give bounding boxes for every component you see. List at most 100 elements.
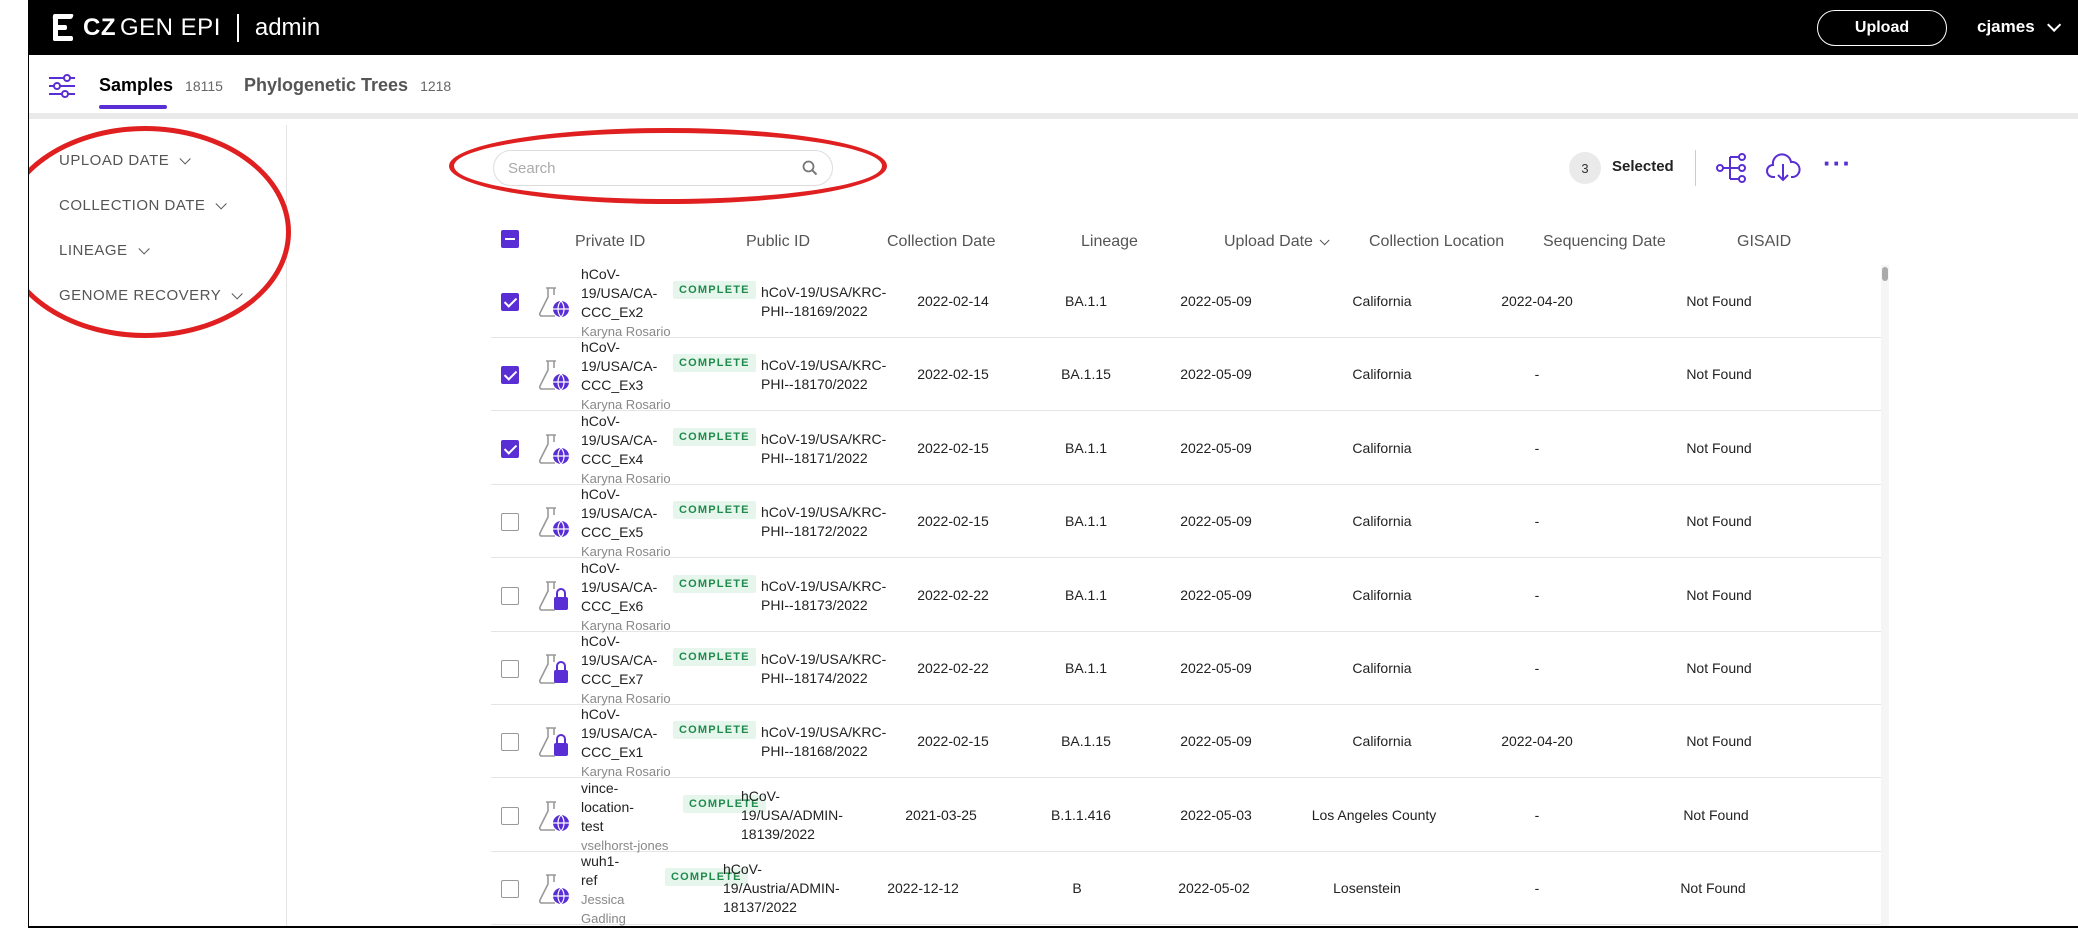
- row-checkbox[interactable]: [501, 513, 519, 532]
- public-id-text: hCoV-19/USA/KRC-: [761, 651, 887, 667]
- upload-button[interactable]: Upload: [1817, 10, 1947, 46]
- filter-lineage[interactable]: LINEAGE: [59, 242, 150, 259]
- lineage-cell: BA.1.1: [1064, 513, 1108, 530]
- private-id-text: 19/USA/CA-: [581, 578, 658, 595]
- toolbar-divider: [1695, 150, 1696, 186]
- private-id-text: CCC_Ex7: [581, 671, 644, 687]
- private-id-cell[interactable]: hCoV- 19/USA/CA- CCC_Ex6 Karyna Rosario: [581, 559, 671, 635]
- column-header-sequencing-date[interactable]: Sequencing Date: [1543, 233, 1666, 251]
- search-box[interactable]: [493, 150, 833, 186]
- flask-globe-icon: [538, 874, 569, 905]
- status-badge: COMPLETE: [673, 648, 756, 666]
- table-row[interactable]: hCoV- 19/USA/CA- CCC_Ex3 Karyna Rosario COMP…: [491, 338, 1881, 414]
- collection-location-cell: Losenstein: [1333, 880, 1401, 897]
- public-id-cell: hCoV- 19/Austria/ADMIN- 18137/2022: [723, 860, 840, 917]
- select-all-checkbox[interactable]: [501, 230, 519, 248]
- private-id-text: vince-: [581, 779, 619, 796]
- sequencing-date-cell: -: [1534, 806, 1540, 823]
- collection-date-cell: 2022-02-15: [917, 439, 989, 456]
- private-id-cell[interactable]: hCoV- 19/USA/CA- CCC_Ex3 Karyna Rosario: [581, 338, 671, 414]
- gisaid-cell: Not Found: [1686, 293, 1752, 309]
- table-row[interactable]: hCoV- 19/USA/CA- CCC_Ex1 Karyna Rosario COMP…: [491, 705, 1881, 781]
- private-id-cell[interactable]: hCoV- 19/USA/CA- CCC_Ex5 Karyna Rosario: [581, 485, 671, 561]
- private-id-cell[interactable]: vince-location-test vselhorst-jones: [581, 779, 671, 855]
- private-id-text: hCoV-: [581, 266, 620, 282]
- status-badge: COMPLETE: [673, 721, 756, 740]
- filter-sliders-icon[interactable]: [47, 71, 77, 101]
- upload-date-cell: 2022-05-09: [1180, 513, 1252, 530]
- table-row[interactable]: hCoV- 19/USA/CA- CCC_Ex2 Karyna Rosario COMP…: [491, 265, 1881, 341]
- table-row[interactable]: hCoV- 19/USA/CA- CCC_Ex5 Karyna Rosario COMP…: [491, 485, 1881, 561]
- sequencing-date-cell: -: [1534, 439, 1540, 456]
- row-checkbox[interactable]: [501, 439, 519, 458]
- table-header: Private ID Public ID Collection Date Lin…: [491, 220, 1889, 265]
- row-checkbox[interactable]: [501, 586, 519, 605]
- upload-date-cell: 2022-05-09: [1180, 660, 1252, 676]
- column-header-upload-date[interactable]: Upload Date: [1224, 233, 1330, 251]
- table-row[interactable]: vince-location-test vselhorst-jones COMPLE…: [491, 779, 1881, 855]
- private-id-text: 19/USA/CA-: [581, 431, 658, 448]
- public-id-cell: hCoV-19/USA/KRC- PHI--18174/2022: [761, 650, 886, 688]
- collection-date-cell: 2021-03-25: [905, 806, 977, 823]
- search-icon[interactable]: [802, 160, 818, 176]
- private-id-cell[interactable]: wuh1- ref Jessica Gadling: [581, 852, 671, 926]
- filter-collection-date[interactable]: COLLECTION DATE: [59, 197, 228, 214]
- row-checkbox[interactable]: [501, 733, 519, 752]
- public-id-text: hCoV-19/USA/KRC-: [761, 284, 887, 300]
- column-header-public-id[interactable]: Public ID: [746, 233, 810, 251]
- gisaid-cell: Not Found: [1686, 733, 1752, 750]
- private-id-text: hCoV-: [581, 339, 620, 356]
- private-id-cell[interactable]: hCoV- 19/USA/CA- CCC_Ex4 Karyna Rosario: [581, 412, 671, 488]
- table-scrollbar[interactable]: [1881, 265, 1889, 926]
- column-header-lineage[interactable]: Lineage: [1081, 233, 1138, 251]
- row-checkbox[interactable]: [501, 293, 519, 311]
- filter-genome-recovery[interactable]: GENOME RECOVERY: [59, 287, 244, 304]
- collection-date-cell: 2022-02-15: [917, 513, 989, 530]
- private-id-cell[interactable]: hCoV- 19/USA/CA- CCC_Ex2 Karyna Rosario: [581, 265, 671, 341]
- search-input[interactable]: [508, 159, 802, 177]
- selected-label: Selected: [1612, 158, 1674, 175]
- row-checkbox[interactable]: [501, 660, 519, 678]
- column-header-collection-date[interactable]: Collection Date: [887, 233, 996, 251]
- table-row[interactable]: wuh1- ref Jessica Gadling COMPLETE hCoV- 19/A…: [491, 852, 1881, 926]
- table-row[interactable]: hCoV- 19/USA/CA- CCC_Ex6 Karyna Rosario COMP…: [491, 559, 1881, 635]
- column-header-collection-location[interactable]: Collection Location: [1369, 233, 1504, 251]
- collection-date-cell: 2022-02-14: [917, 293, 989, 309]
- private-id-text: CCC_Ex4: [581, 450, 644, 467]
- private-id-text: 19/USA/CA-: [581, 358, 658, 375]
- selected-count-badge: 3: [1569, 152, 1601, 184]
- flask-lock-icon: [538, 727, 568, 758]
- public-id-cell: hCoV-19/USA/KRC- PHI--18169/2022: [761, 283, 886, 321]
- row-checkbox[interactable]: [501, 806, 519, 825]
- public-id-text: PHI--18174/2022: [761, 670, 868, 686]
- chevron-down-icon: [215, 197, 228, 210]
- public-id-text: 19/Austria/ADMIN-: [723, 880, 840, 897]
- app-window: CZ GEN EPI admin Upload cjames Samples 18…: [28, 0, 2078, 928]
- table-row[interactable]: hCoV- 19/USA/CA- CCC_Ex4 Karyna Rosario COMP…: [491, 412, 1881, 488]
- private-id-text: hCoV-: [581, 706, 620, 723]
- sequencing-date-cell: -: [1534, 513, 1540, 530]
- row-checkbox[interactable]: [501, 366, 519, 385]
- private-id-cell[interactable]: hCoV- 19/USA/CA- CCC_Ex7 Karyna Rosario: [581, 632, 671, 708]
- column-header-private-id[interactable]: Private ID: [575, 233, 645, 251]
- sequencing-date-cell: -: [1534, 660, 1540, 676]
- flask-globe-icon: [538, 507, 569, 538]
- more-options-button[interactable]: ···: [1823, 148, 1852, 179]
- column-header-gisaid[interactable]: GISAID: [1737, 233, 1791, 251]
- row-checkbox[interactable]: [501, 880, 519, 899]
- public-id-cell: hCoV- 19/USA/ADMIN- 18139/2022: [741, 787, 843, 844]
- collection-location-cell: California: [1352, 586, 1412, 603]
- phylo-tree-icon[interactable]: [1714, 150, 1750, 186]
- app-logo[interactable]: CZ GEN EPI admin: [52, 13, 320, 43]
- upload-date-cell: 2022-05-09: [1180, 366, 1252, 383]
- sequencing-date-cell: 2022-04-20: [1501, 733, 1573, 750]
- tab-samples[interactable]: Samples 18115: [99, 75, 223, 109]
- tab-phylogenetic-trees[interactable]: Phylogenetic Trees 1218: [244, 75, 451, 96]
- table-row[interactable]: hCoV- 19/USA/CA- CCC_Ex7 Karyna Rosario COMP…: [491, 632, 1881, 708]
- cloud-download-icon[interactable]: [1765, 150, 1801, 186]
- user-menu[interactable]: cjames: [1977, 17, 2061, 37]
- filter-upload-date[interactable]: UPLOAD DATE: [59, 152, 192, 169]
- lineage-cell: BA.1.1: [1064, 293, 1108, 309]
- private-id-cell[interactable]: hCoV- 19/USA/CA- CCC_Ex1 Karyna Rosario: [581, 705, 671, 781]
- scrollbar-thumb[interactable]: [1882, 267, 1888, 281]
